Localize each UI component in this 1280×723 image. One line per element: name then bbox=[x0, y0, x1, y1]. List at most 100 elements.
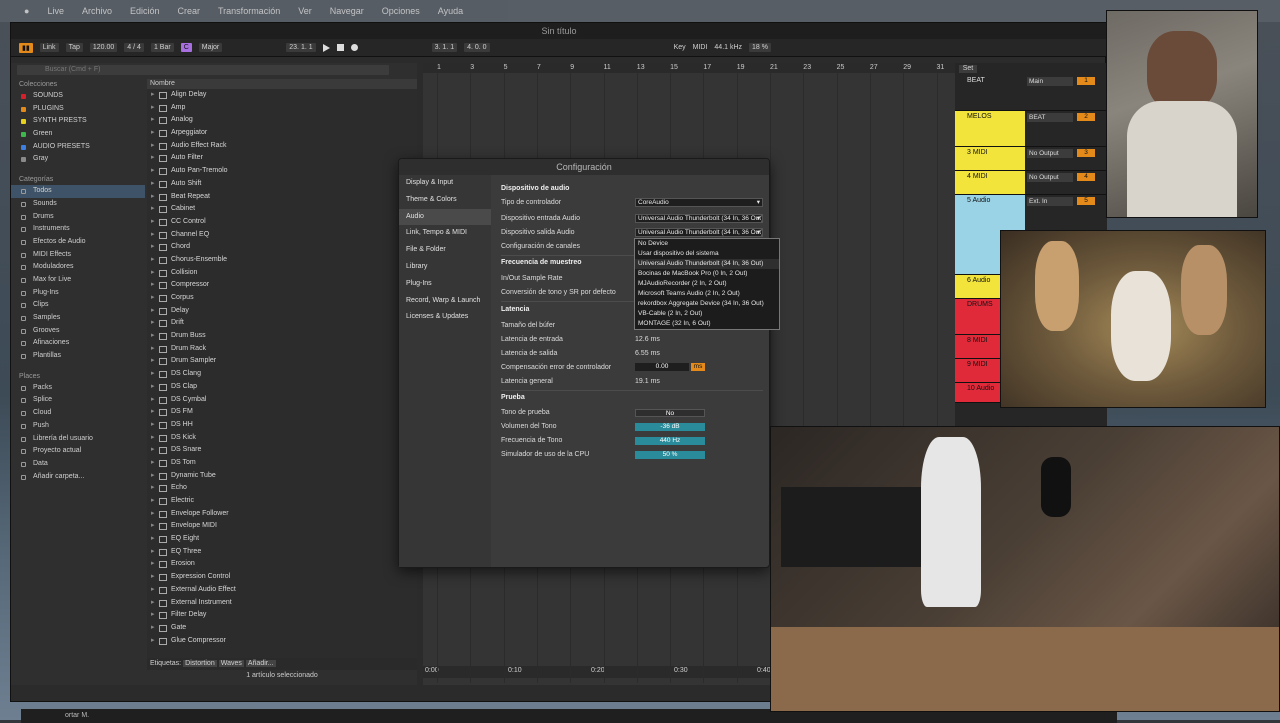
expand-arrow-icon[interactable]: ▸ bbox=[151, 470, 155, 483]
nav-tab[interactable]: Display & Input bbox=[399, 175, 491, 192]
menu-item-0[interactable]: Live bbox=[47, 6, 64, 16]
tap-button[interactable]: Tap bbox=[65, 43, 83, 52]
list-item[interactable]: ▸ Dynamic Tube bbox=[147, 470, 417, 483]
list-item[interactable]: ▸ DS HH bbox=[147, 419, 417, 432]
input-device-select[interactable]: Universal Audio Thunderbolt (34 In, 36 O… bbox=[635, 214, 763, 223]
category-item[interactable]: Sounds bbox=[11, 198, 145, 211]
track-number[interactable]: 2 bbox=[1077, 113, 1095, 121]
expand-arrow-icon[interactable]: ▸ bbox=[151, 546, 155, 559]
set-button[interactable]: Set bbox=[959, 65, 977, 73]
menu-item-1[interactable]: Archivo bbox=[82, 6, 112, 16]
nav-tab[interactable]: File & Folder bbox=[399, 242, 491, 259]
category-item[interactable]: Grooves bbox=[11, 325, 145, 338]
channel-config-label[interactable]: Configuración de canales bbox=[501, 243, 580, 250]
expand-arrow-icon[interactable]: ▸ bbox=[151, 419, 155, 432]
expand-arrow-icon[interactable]: ▸ bbox=[151, 89, 155, 102]
tempo-field[interactable]: 120.00 bbox=[89, 43, 118, 52]
list-item[interactable]: ▸ DS Clap bbox=[147, 381, 417, 394]
play-icon[interactable] bbox=[322, 43, 330, 52]
list-item[interactable]: ▸ DS Tom bbox=[147, 457, 417, 470]
scale-key-select[interactable]: C bbox=[180, 43, 192, 52]
track-row[interactable]: 4 MIDI No Output 4 bbox=[955, 171, 1107, 195]
list-item[interactable]: ▸ EQ Eight bbox=[147, 533, 417, 546]
list-item[interactable]: ▸ Drift bbox=[147, 317, 417, 330]
category-item[interactable]: Instruments bbox=[11, 223, 145, 236]
track-name[interactable]: MELOS bbox=[955, 111, 1025, 146]
track-name[interactable]: BEAT bbox=[955, 75, 1025, 110]
expand-arrow-icon[interactable]: ▸ bbox=[151, 406, 155, 419]
track-row[interactable]: 3 MIDI No Output 3 bbox=[955, 147, 1107, 171]
nav-tab[interactable]: Plug-Ins bbox=[399, 276, 491, 293]
collection-item[interactable]: AUDIO PRESETS bbox=[11, 141, 145, 154]
expand-arrow-icon[interactable]: ▸ bbox=[151, 165, 155, 178]
category-item[interactable]: Afinaciones bbox=[11, 337, 145, 350]
track-io-select[interactable]: Main bbox=[1027, 77, 1073, 86]
list-item[interactable]: ▸ External Instrument bbox=[147, 597, 417, 610]
tag-chip[interactable]: Waves bbox=[218, 660, 244, 667]
search-input[interactable]: Buscar (Cmd + F) bbox=[17, 65, 389, 75]
list-item[interactable]: ▸ Channel EQ bbox=[147, 229, 417, 242]
category-item[interactable]: Efectos de Audio bbox=[11, 236, 145, 249]
expand-arrow-icon[interactable]: ▸ bbox=[151, 191, 155, 204]
menu-item-2[interactable]: Edición bbox=[130, 6, 160, 16]
expand-arrow-icon[interactable]: ▸ bbox=[151, 520, 155, 533]
list-item[interactable]: ▸ Audio Effect Rack bbox=[147, 140, 417, 153]
dropdown-option[interactable]: Universal Audio Thunderbolt (34 In, 36 O… bbox=[635, 259, 779, 269]
list-item[interactable]: ▸ Cabinet bbox=[147, 203, 417, 216]
list-item[interactable]: ▸ Chord bbox=[147, 241, 417, 254]
expand-arrow-icon[interactable]: ▸ bbox=[151, 343, 155, 356]
list-item[interactable]: ▸ Corpus bbox=[147, 292, 417, 305]
list-item[interactable]: ▸ Analog bbox=[147, 114, 417, 127]
nav-tab[interactable]: Licenses & Updates bbox=[399, 309, 491, 326]
output-device-select[interactable]: Universal Audio Thunderbolt (34 In, 36 O… bbox=[635, 228, 763, 237]
track-number[interactable]: 4 bbox=[1077, 173, 1095, 181]
expand-arrow-icon[interactable]: ▸ bbox=[151, 495, 155, 508]
expand-arrow-icon[interactable]: ▸ bbox=[151, 558, 155, 571]
expand-arrow-icon[interactable]: ▸ bbox=[151, 140, 155, 153]
expand-arrow-icon[interactable]: ▸ bbox=[151, 432, 155, 445]
category-item[interactable]: MIDI Effects bbox=[11, 249, 145, 262]
list-item[interactable]: ▸ Drum Sampler bbox=[147, 355, 417, 368]
nav-tab[interactable]: Library bbox=[399, 259, 491, 276]
expand-arrow-icon[interactable]: ▸ bbox=[151, 533, 155, 546]
collection-item[interactable]: SYNTH PRESTS bbox=[11, 115, 145, 128]
expand-arrow-icon[interactable]: ▸ bbox=[151, 482, 155, 495]
record-icon[interactable] bbox=[350, 44, 358, 51]
list-item[interactable]: ▸ Drum Rack bbox=[147, 343, 417, 356]
dropdown-option[interactable]: rekordbox Aggregate Device (34 In, 36 Ou… bbox=[635, 299, 779, 309]
expand-arrow-icon[interactable]: ▸ bbox=[151, 254, 155, 267]
list-item[interactable]: ▸ Compressor bbox=[147, 279, 417, 292]
list-item[interactable]: ▸ Amp bbox=[147, 102, 417, 115]
menu-item-7[interactable]: Opciones bbox=[382, 6, 420, 16]
list-item[interactable]: ▸ Glue Compressor bbox=[147, 635, 417, 648]
list-item[interactable]: ▸ Auto Filter bbox=[147, 152, 417, 165]
loop-start[interactable]: 3. 1. 1 bbox=[431, 43, 458, 52]
beat-ruler[interactable]: 1 3 5 7 9 11 13 15 17 19 21 23 25 27 29 31 bbox=[423, 63, 969, 73]
list-item[interactable]: ▸ Align Delay bbox=[147, 89, 417, 102]
menu-item-8[interactable]: Ayuda bbox=[438, 6, 463, 16]
expand-arrow-icon[interactable]: ▸ bbox=[151, 609, 155, 622]
expand-arrow-icon[interactable]: ▸ bbox=[151, 571, 155, 584]
place-item[interactable]: Librería del usuario bbox=[11, 433, 145, 446]
dropdown-option[interactable]: MJAudioRecorder (2 In, 2 Out) bbox=[635, 279, 779, 289]
track-io-select[interactable]: Ext. In bbox=[1027, 197, 1073, 206]
collection-item[interactable]: Gray bbox=[11, 153, 145, 166]
time-signature[interactable]: 4 / 4 bbox=[124, 43, 144, 52]
expand-arrow-icon[interactable]: ▸ bbox=[151, 127, 155, 140]
list-item[interactable]: ▸ Chorus-Ensemble bbox=[147, 254, 417, 267]
dropdown-option[interactable]: No Device bbox=[635, 239, 779, 249]
list-item[interactable]: ▸ Auto Pan-Tremolo bbox=[147, 165, 417, 178]
list-item[interactable]: ▸ DS Cymbal bbox=[147, 394, 417, 407]
collection-item[interactable]: SOUNDS bbox=[11, 90, 145, 103]
tone-volume-slider[interactable]: -36 dB bbox=[635, 423, 705, 431]
expand-arrow-icon[interactable]: ▸ bbox=[151, 457, 155, 470]
expand-arrow-icon[interactable]: ▸ bbox=[151, 584, 155, 597]
expand-arrow-icon[interactable]: ▸ bbox=[151, 381, 155, 394]
place-item[interactable]: Splice bbox=[11, 394, 145, 407]
expand-arrow-icon[interactable]: ▸ bbox=[151, 114, 155, 127]
track-row[interactable]: BEAT Main 1 bbox=[955, 75, 1107, 111]
list-item[interactable]: ▸ Erosion bbox=[147, 558, 417, 571]
expand-arrow-icon[interactable]: ▸ bbox=[151, 330, 155, 343]
list-item[interactable]: ▸ Delay bbox=[147, 305, 417, 318]
track-io-select[interactable]: No Output bbox=[1027, 149, 1073, 158]
